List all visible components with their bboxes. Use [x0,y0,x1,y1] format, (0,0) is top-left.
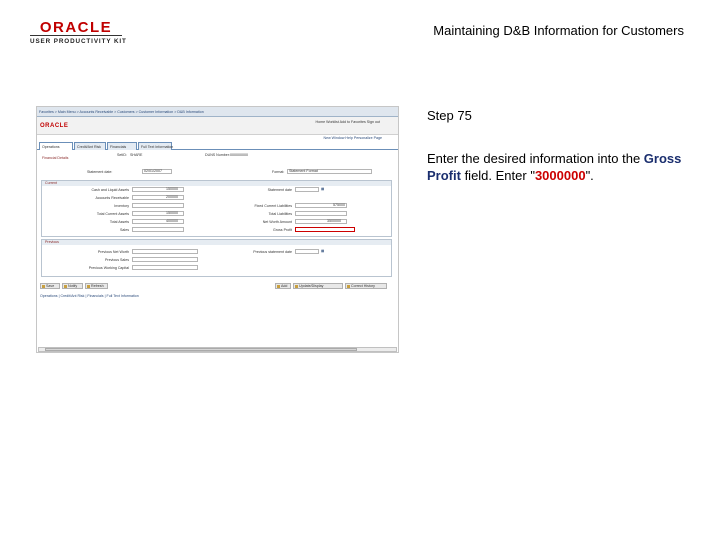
inventory-field[interactable] [132,203,184,208]
current-section-title: Current [45,181,57,185]
notify-button[interactable]: Notify [62,283,83,289]
prev-working-capital-field[interactable] [132,265,198,270]
prev-stmt-date-field[interactable] [295,249,319,254]
document-title: Maintaining D&B Information for Customer… [433,23,684,38]
logo-brand: ORACLE [39,19,113,36]
save-button[interactable]: Save [40,283,60,289]
calendar-icon[interactable]: ▦ [321,187,324,191]
fixed-liabilities-label: Fixed Current Liabilities [254,204,292,208]
step-instruction: Enter the desired information into the G… [427,150,697,184]
scrollbar-thumb[interactable] [45,348,357,351]
duns-value: 000000000 [230,153,248,157]
refresh-icon [87,285,90,288]
page-title: Financial Details [42,156,69,160]
prev-net-worth-field[interactable] [132,249,198,254]
receivable-value: 200000 [166,195,178,199]
save-icon [42,285,45,288]
prev-net-worth-label: Previous Net Worth [97,250,129,254]
step-label: Step 75 [427,108,472,123]
app-logo: ORACLE [40,123,69,129]
tab-operations[interactable]: Operations [39,142,73,150]
gross-profit-label: Gross Profit [273,228,292,232]
breadcrumb-bar: Favorites > Main Menu > Accounts Receiva… [37,107,398,117]
format-value: Statement Format [289,169,318,173]
prev-working-capital-label: Previous Working Capital [88,266,129,270]
app-header: ORACLE Home Worklist Add to Favorites Si… [37,117,398,135]
update-display-button[interactable]: Update/Display [293,283,343,289]
calendar-icon[interactable]: ▦ [321,249,324,253]
application-screenshot: Favorites > Main Menu > Accounts Receiva… [36,106,399,353]
sales-label: Sales [120,228,129,232]
total-liabilities-field[interactable] [295,211,347,216]
refresh-button[interactable]: Refresh [85,283,108,289]
total-assets-label: Total Assets [109,220,129,224]
cash-value: 150000 [166,187,178,191]
inventory-label: Inventory [114,204,129,208]
fixed-liabilities-value: 575000 [333,203,345,207]
add-icon [277,285,280,288]
total-assets-value: 400000 [166,219,178,223]
correct-history-button[interactable]: Correct History [345,283,387,289]
net-worth-value: 3500000 [327,219,341,223]
format-label: Format: [272,170,285,174]
statement-date-value: 02/01/2007 [144,169,162,173]
add-button[interactable]: Add [275,283,291,289]
instruction-suffix: ". [585,168,594,183]
current-assets-label: Total Current Assets [96,212,129,216]
footer-links[interactable]: Operations | Credit/Ant Risk | Financial… [40,294,139,298]
prev-stmt-date-label: Previous statement date [253,250,292,254]
prev-sales-field[interactable] [132,257,198,262]
breadcrumb[interactable]: Favorites > Main Menu > Accounts Receiva… [39,110,204,114]
update-icon [295,285,298,288]
setid-value: SHARE [130,153,143,157]
menu-links[interactable]: Home Worklist Add to Favorites Sign out [316,120,380,124]
receivable-label: Accounts Receivable [95,196,129,200]
prev-sales-label: Previous Sales [105,258,129,262]
tab-row: Operations Credit/Ant Risk Financials Fu… [37,142,398,150]
tab-full-text[interactable]: Full Text Information [138,142,173,150]
history-icon [347,285,350,288]
stmt-date-field-2[interactable] [295,187,319,192]
statement-date-label: Statement date: [87,170,113,174]
instruction-middle: field. Enter " [460,168,535,183]
sales-field[interactable] [132,227,184,232]
instruction-prefix: Enter the desired information into the [427,151,644,166]
duns-label: DUNS Number: [205,153,230,157]
tab-credit-risk[interactable]: Credit/Ant Risk [74,142,106,150]
previous-section-title: Previous [45,240,59,244]
net-worth-label: Net Worth Amount [262,220,292,224]
logo-divider [30,35,122,36]
notify-icon [64,285,67,288]
cash-label: Cash and Liquid Assets [91,188,129,192]
gross-profit-field[interactable] [295,227,355,232]
tab-financials[interactable]: Financials [107,142,137,150]
stmt-date-label-2: Statement date [267,188,292,192]
header-links[interactable]: New Window Help Personalize Page [323,136,382,140]
current-assets-value: 150000 [166,211,178,215]
horizontal-scrollbar[interactable] [38,347,397,352]
logo-subtitle: USER PRODUCTIVITY KIT [30,38,127,45]
instruction-value: 3000000 [534,168,586,183]
total-liabilities-label: Total Liabilities [268,212,292,216]
oracle-upk-logo: ORACLE USER PRODUCTIVITY KIT [30,20,130,48]
setid-label: SetID: [117,153,127,157]
